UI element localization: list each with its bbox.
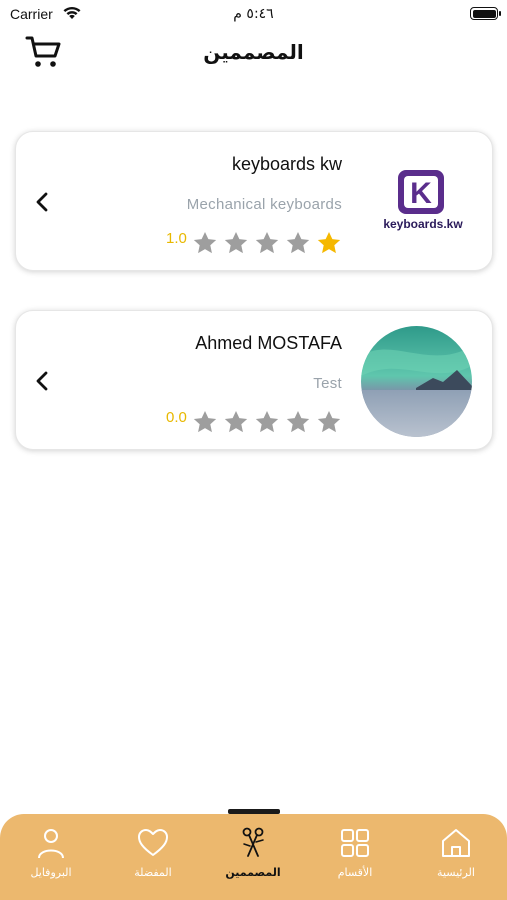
star-rating <box>192 230 342 256</box>
svg-text:keyboards.kw: keyboards.kw <box>383 217 463 231</box>
tab-label: الرئيسية <box>437 866 475 879</box>
star-empty-icon <box>193 231 217 254</box>
star-empty-icon <box>193 410 217 433</box>
chevron-left-icon[interactable] <box>32 367 52 395</box>
tab-favorites[interactable]: المفضلة <box>103 826 203 896</box>
tab-designers[interactable]: المصممين <box>203 826 303 896</box>
designer-description: Mechanical keyboards <box>186 196 342 213</box>
heart-icon <box>138 829 168 856</box>
designer-card[interactable]: Ahmed MOSTAFA Test 0.0 <box>15 310 493 450</box>
designer-description: Test <box>313 375 342 392</box>
star-empty-icon <box>224 410 248 433</box>
star-rating <box>192 409 342 435</box>
rating-value: 1.0 <box>166 230 187 247</box>
avatar <box>361 326 472 437</box>
designer-logo: K keyboards.kw <box>376 152 470 252</box>
star-empty-icon <box>255 231 279 254</box>
designer-name: keyboards kw <box>231 154 342 174</box>
tab-label: البروفايل <box>30 866 72 879</box>
grid-icon <box>341 829 369 857</box>
star-filled-icon <box>317 231 341 254</box>
designer-card[interactable]: keyboards kw Mechanical keyboards 1.0 K … <box>15 131 493 271</box>
star-empty-icon <box>224 231 248 254</box>
status-time: ٥:٤٦ م <box>233 6 274 22</box>
tab-label: الأقسام <box>337 866 373 879</box>
header: المصممين <box>0 32 507 76</box>
scissors-icon <box>242 827 264 857</box>
star-empty-icon <box>317 410 341 433</box>
star-empty-icon <box>286 231 310 254</box>
bottom-tab-bar: البروفايل المفضلة المصممين الأقسام الرئي… <box>0 809 507 900</box>
home-icon <box>442 829 470 857</box>
page-title: المصممين <box>203 40 304 64</box>
person-icon <box>38 829 64 859</box>
star-empty-icon <box>255 410 279 433</box>
tab-label: المفضلة <box>134 866 172 879</box>
tab-label: المصممين <box>225 866 281 879</box>
chevron-left-icon[interactable] <box>32 188 52 216</box>
tab-profile[interactable]: البروفايل <box>1 826 101 896</box>
tab-home[interactable]: الرئيسية <box>406 826 506 896</box>
designer-name: Ahmed MOSTAFA <box>195 333 342 353</box>
battery-icon <box>470 7 501 20</box>
status-bar: Carrier ٥:٤٦ م <box>0 0 507 30</box>
svg-text:K: K <box>410 177 432 210</box>
star-empty-icon <box>286 410 310 433</box>
active-tab-indicator <box>228 809 280 814</box>
tab-categories[interactable]: الأقسام <box>305 826 405 896</box>
rating-value: 0.0 <box>166 409 187 426</box>
